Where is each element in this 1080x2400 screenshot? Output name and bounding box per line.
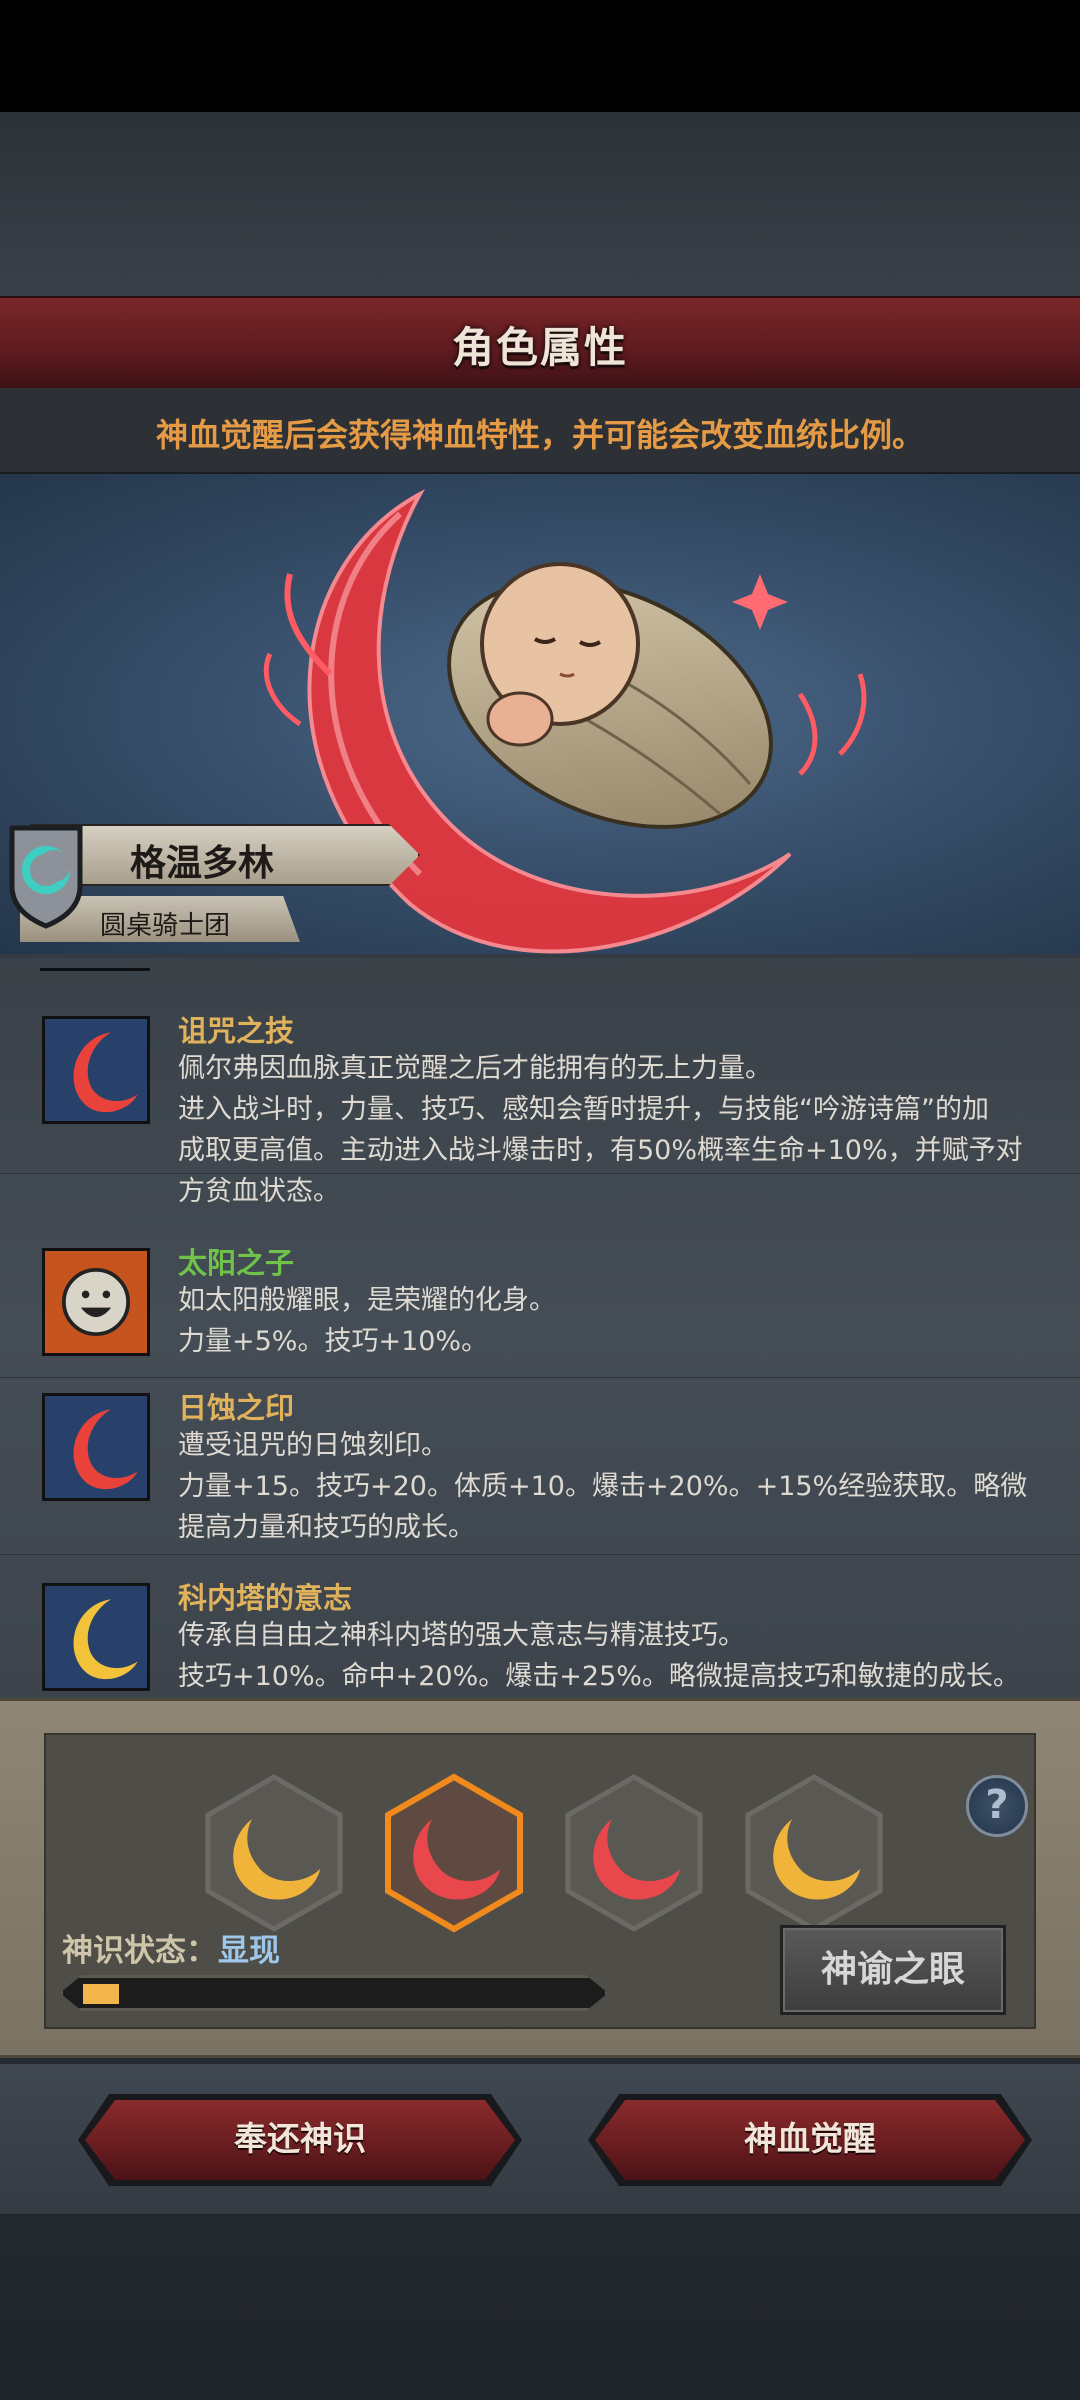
red-crescent-icon [42,1016,150,1124]
character-nameplate: 格温多林 圆桌骑士团 [0,820,420,950]
panel-inner: ? 神识状态： 显现 神谕之眼 [44,1733,1036,2029]
trait-list[interactable]: 诅咒之技 佩尔弗因血脉真正觉醒之后才能拥有的无上力量。 进入战斗时，力量、技巧、… [0,958,1080,1698]
status-label: 神识状态： [62,1933,217,1969]
trait-line: 力量+15。技巧+20。体质+10。爆击+20%。+15%经验获取。略微 [178,1471,1028,1502]
trait-line: 传承自自由之神科内塔的强大意志与精湛技巧。 [178,1620,745,1651]
progress-fill [83,1984,119,2004]
list-item: 科内塔的意志 传承自自由之神科内塔的强大意志与精湛技巧。 技巧+10%。命中+2… [0,1573,1080,1698]
faction-shield-icon [9,825,83,929]
trait-description: 如太阳般耀眼，是荣耀的化身。 力量+5%。技巧+10%。 [178,1280,1038,1362]
trait-description: 佩尔弗因血脉真正觉醒之后才能拥有的无上力量。 进入战斗时，力量、技巧、感知会暂时… [178,1048,1038,1212]
gold-crescent-icon [42,1583,150,1691]
trait-line: 方贫血状态。 [178,1176,340,1207]
red-crescent-icon [42,1393,150,1501]
gold-sigil-icon[interactable] [200,1773,348,1933]
trait-line: 如太阳般耀眼，是荣耀的化身。 [178,1285,556,1316]
page-subtitle: 神血觉醒后会获得神血特性，并可能会改变血统比例。 [155,416,924,454]
gold-sigil-icon[interactable] [740,1773,888,1933]
character-faction: 圆桌骑士团 [100,911,231,941]
red-sigil-icon-selected[interactable] [380,1773,528,1933]
action-bar: 奉还神识 神血觉醒 [0,2064,1080,2214]
title-banner: 角色属性 [0,296,1080,388]
subtitle-strip: 神血觉醒后会获得神血特性，并可能会改变血统比例。 [0,388,1080,474]
trait-title: 日蚀之印 [178,1391,295,1425]
trait-description: 遭受诅咒的日蚀刻印。 力量+15。技巧+20。体质+10。爆击+20%。+15%… [178,1425,1038,1548]
smiling-sun-icon [42,1248,150,1356]
trait-line: 佩尔弗因血脉真正觉醒之后才能拥有的无上力量。 [178,1053,772,1084]
page-title: 角色属性 [451,323,628,372]
trait-line: 进入战斗时，力量、技巧、感知会暂时提升，与技能“吟游诗篇”的加 [178,1094,989,1125]
trait-description: 传承自自由之神科内塔的强大意志与精湛技巧。 技巧+10%。命中+20%。爆击+2… [178,1615,1038,1697]
return-divine-sense-button[interactable]: 奉还神识 [85,2100,515,2180]
oracle-eye-button[interactable]: 神谕之眼 [780,1925,1006,2015]
trait-line: 遭受诅咒的日蚀刻印。 [178,1430,448,1461]
divine-blood-awaken-button[interactable]: 神血觉醒 [595,2100,1025,2180]
help-button[interactable]: ? [966,1775,1028,1837]
red-sigil-icon[interactable] [560,1773,708,1933]
list-item: 太阳之子 如太阳般耀眼，是荣耀的化身。 力量+5%。技巧+10%。 [0,1238,1080,1378]
divine-sense-panel: ? 神识状态： 显现 神谕之眼 [0,1698,1080,2058]
status-bar-area [0,0,1080,112]
trait-line: 提高力量和技巧的成长。 [178,1512,475,1543]
trait-title: 太阳之子 [178,1246,295,1280]
trait-line: 技巧+10%。命中+20%。爆击+25%。略微提高技巧和敏捷的成长。 [178,1661,1020,1692]
status-value: 显现 [218,1933,280,1969]
trait-title: 科内塔的意志 [178,1581,353,1615]
divine-sense-progress-bar [60,1975,608,2011]
list-item: 诅咒之技 佩尔弗因血脉真正觉醒之后才能拥有的无上力量。 进入战斗时，力量、技巧、… [0,1006,1080,1207]
trait-line: 力量+5%。技巧+10%。 [178,1326,489,1357]
trait-line: 成取更高值。主动进入战斗爆击时，有50%概率生命+10%，并赋予对 [178,1135,1023,1166]
swaddled-baby-art [447,562,773,829]
list-item: 日蚀之印 遭受诅咒的日蚀刻印。 力量+15。技巧+20。体质+10。爆击+20%… [0,1383,1080,1555]
divider [40,968,150,971]
character-name: 格温多林 [130,843,275,884]
trait-title: 诅咒之技 [178,1014,295,1048]
